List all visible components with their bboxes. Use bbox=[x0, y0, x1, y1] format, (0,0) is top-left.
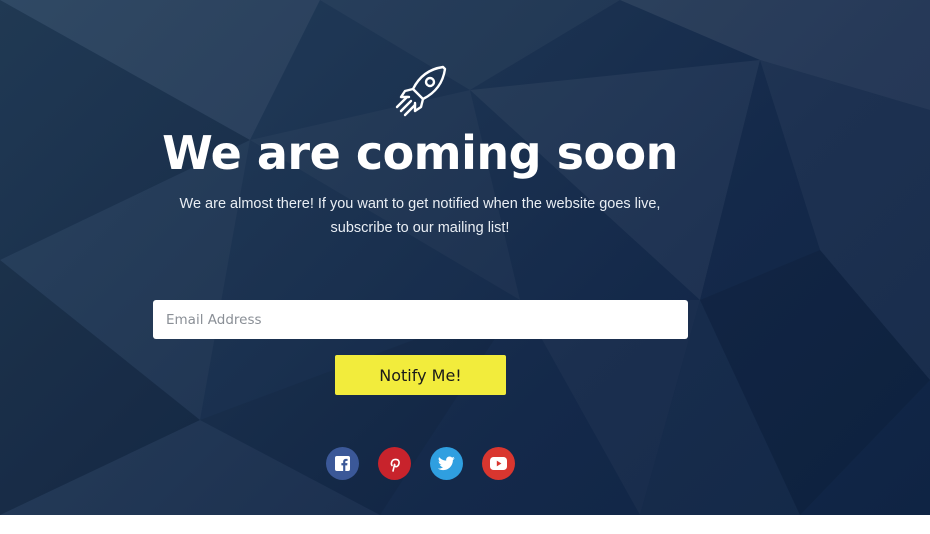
youtube-link[interactable] bbox=[482, 447, 515, 480]
facebook-icon bbox=[335, 456, 350, 471]
page-title: We are coming soon bbox=[162, 126, 678, 180]
hero-section: We are coming soon We are almost there! … bbox=[0, 0, 930, 515]
twitter-icon bbox=[438, 456, 455, 471]
twitter-link[interactable] bbox=[430, 447, 463, 480]
youtube-icon bbox=[490, 457, 507, 470]
pinterest-link[interactable] bbox=[378, 447, 411, 480]
polygon-background bbox=[0, 0, 930, 515]
pinterest-icon bbox=[390, 458, 400, 472]
email-input[interactable] bbox=[153, 300, 688, 339]
facebook-link[interactable] bbox=[326, 447, 359, 480]
notify-button[interactable]: Notify Me! bbox=[335, 355, 506, 395]
page-subtitle: We are almost there! If you want to get … bbox=[179, 196, 661, 236]
rocket-icon bbox=[395, 65, 447, 117]
